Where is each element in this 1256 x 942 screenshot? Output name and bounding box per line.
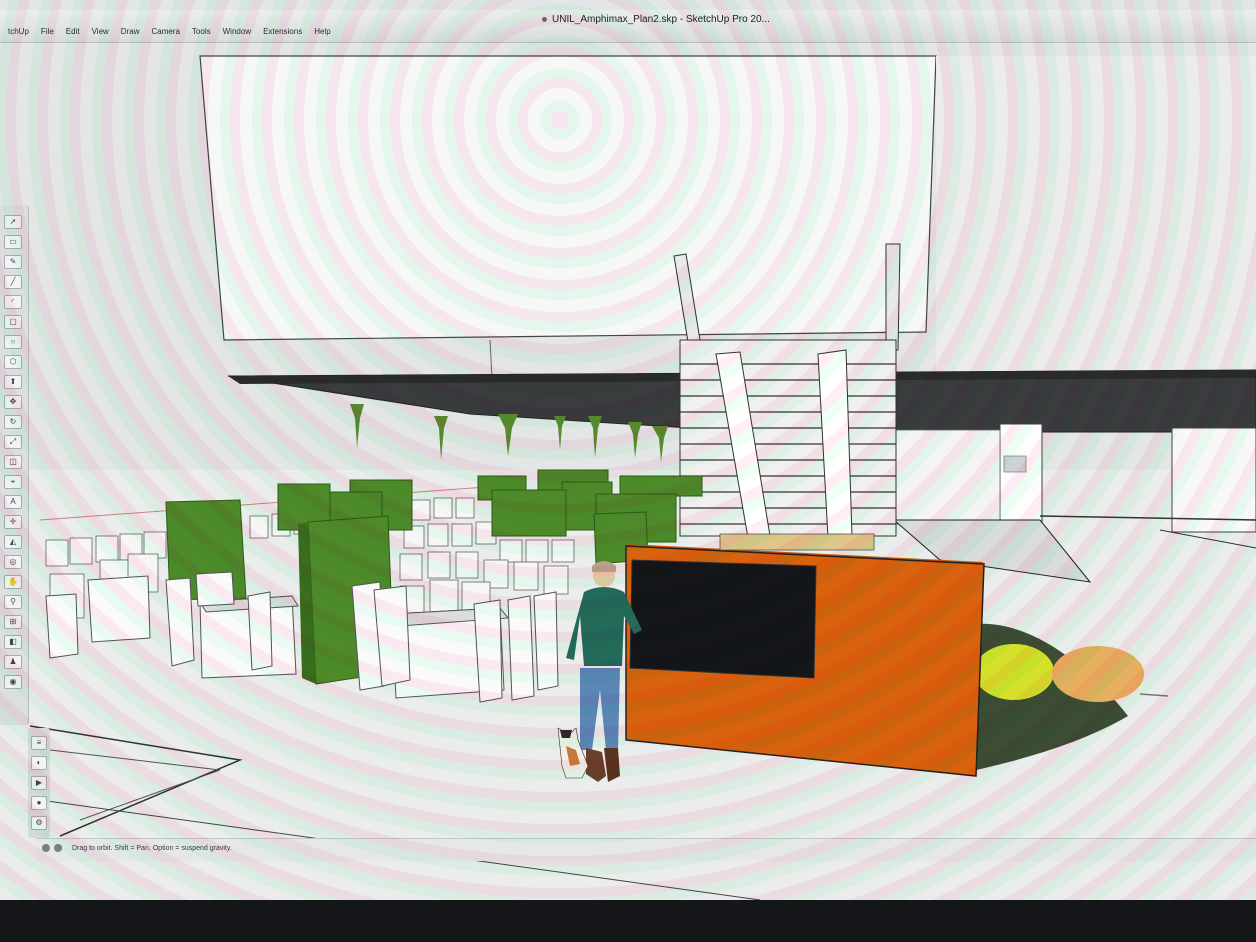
mid-right-wall	[893, 429, 1001, 525]
pouf-orange	[1052, 646, 1144, 702]
push-pull-icon[interactable]: ⬆	[4, 375, 22, 389]
style-icon[interactable]: ◐	[31, 756, 47, 770]
layer-icon[interactable]: ≡	[31, 736, 47, 750]
look-around-icon[interactable]: ◉	[4, 675, 22, 689]
orbit-icon[interactable]: ◎	[4, 555, 22, 569]
status-hint: Drag to orbit. Shift = Pan, Option = sus…	[72, 845, 232, 852]
axes-icon[interactable]: ✛	[4, 515, 22, 529]
right-window	[1003, 455, 1027, 473]
scene-icon[interactable]: ▶	[31, 776, 47, 790]
eraser-icon[interactable]: ▭	[4, 235, 22, 249]
section-plane-icon[interactable]: ◧	[4, 635, 22, 649]
text-icon[interactable]: A	[4, 495, 22, 509]
select-icon[interactable]: ➚	[4, 215, 22, 229]
arc-icon[interactable]: ◜	[4, 295, 22, 309]
tower-post-right	[885, 243, 901, 351]
paint-bucket-icon[interactable]: ◭	[4, 535, 22, 549]
record-icon[interactable]: ●	[31, 796, 47, 810]
tape-measure-icon[interactable]: ⌖	[4, 475, 22, 489]
settings-icon[interactable]: ⚙	[31, 816, 47, 830]
pouf-yellow	[974, 644, 1054, 700]
model-viewport[interactable]	[0, 0, 1256, 900]
circle-icon[interactable]: ○	[4, 335, 22, 349]
secondary-tool-palette: ≡ ◐ ▶ ● ⚙	[28, 728, 50, 838]
kiosk-screen	[629, 559, 817, 679]
rectangle-icon[interactable]: ▢	[4, 315, 22, 329]
zoom-extents-icon[interactable]: ⊞	[4, 615, 22, 629]
pencil-icon[interactable]: ✎	[4, 255, 22, 269]
move-icon[interactable]: ✥	[4, 395, 22, 409]
tower-body	[679, 339, 897, 537]
rotate-icon[interactable]: ↻	[4, 415, 22, 429]
line-icon[interactable]: ╱	[4, 275, 22, 289]
status-bar: Drag to orbit. Shift = Pan, Option = sus…	[36, 838, 1256, 861]
pan-icon[interactable]: ✋	[4, 575, 22, 589]
offset-icon[interactable]: ◫	[4, 455, 22, 469]
tool-palette: ➚ ▭ ✎ ╱ ◜ ▢ ○ ⬡ ⬆ ✥ ↻ ⤢ ◫ ⌖ A ✛ ◭ ◎ ✋ ⚲ …	[0, 205, 29, 725]
white-panel	[199, 55, 937, 341]
walk-icon[interactable]: ♟	[4, 655, 22, 669]
far-right-block	[1171, 427, 1256, 533]
zoom-icon[interactable]: ⚲	[4, 595, 22, 609]
monitor-screen: UNIL_Amphimax_Plan2.skp - SketchUp Pro 2…	[0, 0, 1256, 900]
right-wall	[936, 56, 1256, 374]
polygon-icon[interactable]: ⬡	[4, 355, 22, 369]
info-icon[interactable]	[42, 844, 50, 852]
kiosk-counter	[719, 533, 875, 551]
scale-icon[interactable]: ⤢	[4, 435, 22, 449]
geolocation-icon[interactable]	[54, 844, 62, 852]
